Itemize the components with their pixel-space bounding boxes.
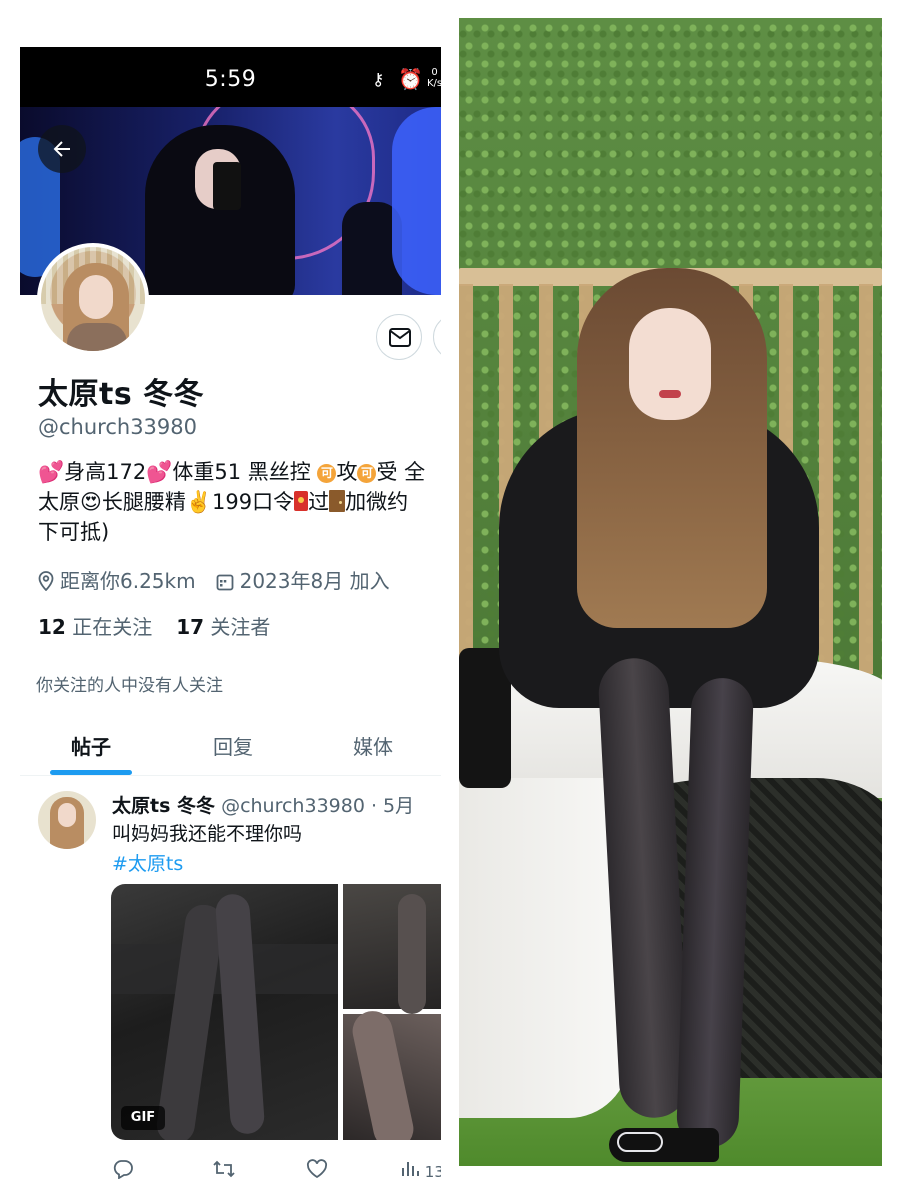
bio-text: 下可抵)	[38, 520, 110, 544]
red-envelope-icon	[294, 491, 309, 511]
profile-avatar[interactable]	[37, 243, 149, 355]
location-pin-icon	[38, 571, 54, 596]
calendar-icon	[216, 572, 234, 596]
arrow-left-icon	[53, 141, 70, 157]
bio-text: 💕身高172💕体重51 黑丝控	[38, 460, 318, 484]
followers-label: 关注者	[210, 615, 271, 639]
following-link[interactable]: 12 正在关注	[38, 615, 152, 639]
tab-media[interactable]: 媒体	[332, 731, 414, 760]
tab-replies[interactable]: 回复	[192, 731, 274, 760]
post-actions: 13	[112, 1159, 441, 1189]
avatar-body	[67, 323, 127, 351]
message-button[interactable]	[376, 314, 422, 360]
post-date[interactable]: 5月	[383, 795, 414, 817]
media-detail	[398, 894, 426, 1014]
follow-stats: 12 正在关注 17 关注者	[38, 611, 270, 640]
back-button[interactable]	[38, 125, 86, 173]
model-lips	[659, 390, 681, 398]
profile-bio: 💕身高172💕体重51 黑丝控 可攻可受 全 太原😍长腿腰精✌️199口令过加微…	[38, 457, 441, 547]
bio-text: 攻	[336, 460, 358, 484]
banner-arch	[392, 107, 441, 295]
followers-count: 17	[176, 615, 205, 639]
tab-posts[interactable]: 帖子	[50, 731, 132, 760]
repost-icon	[213, 1160, 235, 1178]
repost-button[interactable]	[212, 1159, 236, 1183]
display-name: 太原ts 冬冬	[38, 377, 205, 412]
bar-chart-icon	[402, 1162, 419, 1176]
bio-text: 过	[308, 490, 330, 514]
post-author-handle[interactable]: @church33980	[221, 795, 365, 817]
media-detail	[154, 902, 226, 1140]
location-text: 距离你6.25km	[60, 569, 196, 593]
reply-icon	[113, 1160, 133, 1180]
bio-text: 加微约	[345, 490, 409, 514]
user-handle: @church33980	[38, 415, 197, 439]
avatar-face	[79, 275, 113, 319]
views-count: 13	[424, 1163, 441, 1181]
post-media-image[interactable]	[343, 884, 441, 1014]
profile-meta: 距离你6.25km 2023年8月 加入	[38, 565, 390, 593]
post-media-grid: GIF	[111, 884, 441, 1140]
avatar-face	[58, 803, 76, 827]
profile-screenshot: 5:59 ⚷ ⏰ 0 K/s 太原ts 冬冬 @church33980 💕身高1…	[20, 47, 441, 1190]
post-hashtag[interactable]: #太原ts	[112, 849, 183, 876]
following-count: 12	[38, 615, 66, 639]
network-speed-unit: K/s	[427, 78, 441, 89]
gif-badge: GIF	[121, 1106, 165, 1130]
heart-icon	[306, 1159, 328, 1179]
followers-link[interactable]: 17 关注者	[176, 615, 270, 639]
badge-ke-icon: 可	[357, 464, 377, 483]
black-heel-shoe	[609, 1128, 719, 1162]
reply-button[interactable]	[112, 1159, 134, 1183]
joined-date: 2023年8月 加入	[239, 569, 390, 593]
profile-tabs: 帖子 回复 媒体	[20, 723, 441, 776]
active-tab-indicator	[50, 770, 132, 775]
status-bar: 5:59 ⚷ ⏰ 0 K/s	[20, 47, 441, 107]
model-photo	[459, 18, 882, 1166]
post-author-name[interactable]: 太原ts 冬冬	[112, 795, 215, 817]
post-header: 太原ts 冬冬 @church33980 · 5月	[112, 791, 414, 818]
bio-text: 受 全	[376, 460, 426, 484]
key-icon: ⚷	[372, 70, 385, 90]
post-media-image[interactable]	[343, 1007, 441, 1140]
following-label: 正在关注	[72, 615, 153, 639]
followers-you-know-note: 你关注的人中没有人关注	[36, 676, 223, 696]
post-text: 叫妈妈我还能不理你吗	[112, 823, 303, 845]
model-face	[629, 308, 711, 420]
bio-text: 太原😍长腿腰精✌️199口令	[38, 490, 295, 514]
post-item[interactable]: 太原ts 冬冬 @church33980 · 5月 叫妈妈我还能不理你吗 #太原…	[20, 777, 441, 1190]
post-media-gif[interactable]: GIF	[111, 884, 338, 1140]
follow-button-partial[interactable]	[433, 314, 441, 360]
door-icon	[329, 490, 346, 512]
alarm-icon: ⏰	[398, 67, 423, 91]
media-detail	[348, 1007, 418, 1140]
post-separator: ·	[364, 795, 384, 817]
media-detail	[214, 893, 266, 1135]
views-button[interactable]: 13	[400, 1159, 441, 1181]
badge-ke-icon: 可	[317, 464, 337, 483]
network-speed: 0 K/s	[427, 67, 441, 89]
network-speed-value: 0	[431, 67, 438, 78]
shoe-bow	[617, 1132, 663, 1152]
sofa-seat	[459, 778, 629, 1118]
like-button[interactable]	[306, 1159, 328, 1183]
banner-phone	[213, 162, 241, 210]
post-author-avatar[interactable]	[38, 791, 96, 849]
envelope-icon	[389, 328, 411, 347]
